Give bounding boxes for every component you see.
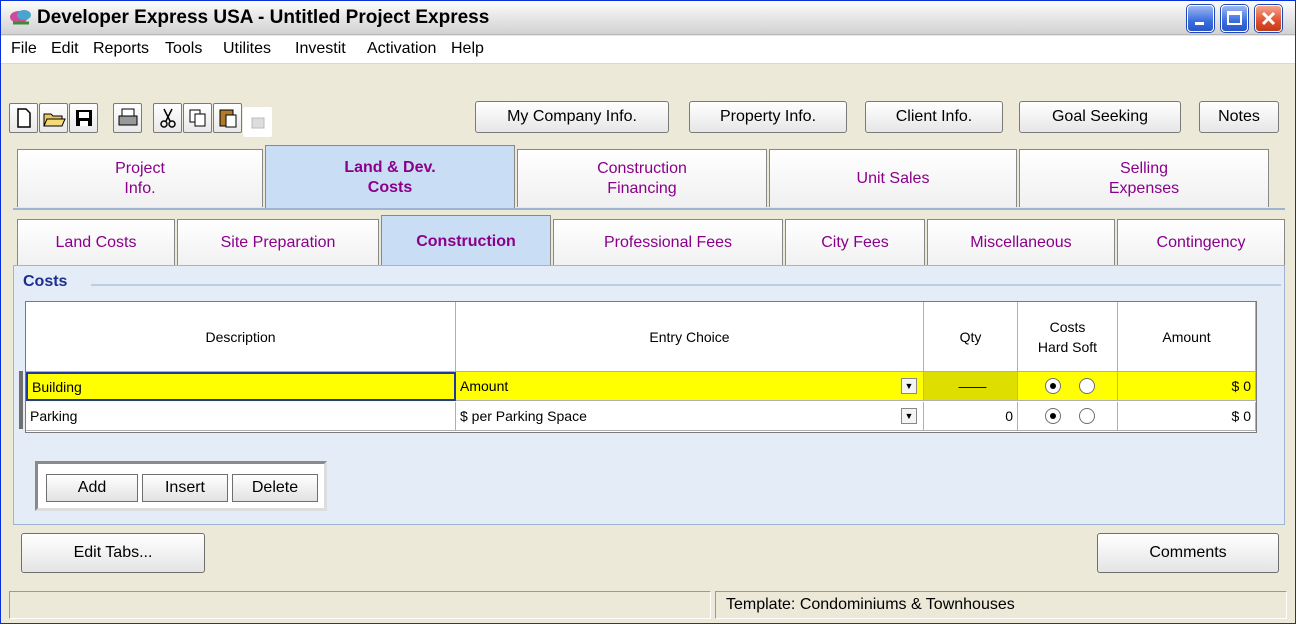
cell-entry-choice[interactable]: $ per Parking Space ▼ xyxy=(456,402,924,431)
costs-table: Description Entry Choice Qty Costs Hard S… xyxy=(25,301,1257,433)
menu-bar: File Edit Reports Tools Utilites Investi… xyxy=(1,36,1295,64)
header-costs[interactable]: Costs Hard Soft xyxy=(1018,302,1118,372)
app-window: Developer Express USA - Untitled Project… xyxy=(0,0,1296,624)
menu-reports[interactable]: Reports xyxy=(93,40,149,58)
print-icon[interactable] xyxy=(113,103,142,133)
header-description[interactable]: Description xyxy=(26,302,456,372)
menu-file[interactable]: File xyxy=(11,40,37,58)
cell-entry-choice[interactable]: Amount ▼ xyxy=(456,372,924,401)
row-indicator xyxy=(19,371,23,429)
cell-qty[interactable]: 0 xyxy=(924,402,1018,431)
entry-choice-value: Amount xyxy=(460,378,509,394)
subtab-contingency[interactable]: Contingency xyxy=(1117,219,1285,265)
add-button[interactable]: Add xyxy=(46,474,138,502)
notes-button[interactable]: Notes xyxy=(1199,101,1279,133)
header-hard-soft-label: Hard Soft xyxy=(1037,338,1098,355)
cell-qty[interactable]: —— xyxy=(924,372,1018,401)
tab-project-info[interactable]: Project Info. xyxy=(17,149,263,207)
cell-costs-radios xyxy=(1018,372,1118,401)
hard-radio[interactable] xyxy=(1044,378,1061,394)
menu-edit[interactable]: Edit xyxy=(51,40,79,58)
tab-label-line1: Selling xyxy=(1119,159,1168,177)
status-left xyxy=(9,591,711,619)
app-icon xyxy=(9,7,33,27)
header-entry-choice[interactable]: Entry Choice xyxy=(456,302,924,372)
save-icon[interactable] xyxy=(69,103,98,133)
menu-help[interactable]: Help xyxy=(451,40,484,58)
minimize-button[interactable] xyxy=(1187,5,1214,32)
cell-description[interactable]: Building xyxy=(26,372,456,401)
subtab-city-fees[interactable]: City Fees xyxy=(785,219,925,265)
header-costs-label: Costs xyxy=(1049,318,1086,335)
tab-label-line1: Project xyxy=(115,159,165,177)
subtab-land-costs[interactable]: Land Costs xyxy=(17,219,175,265)
menu-tools[interactable]: Tools xyxy=(165,40,202,58)
subtab-site-preparation[interactable]: Site Preparation xyxy=(177,219,379,265)
tab-label-line2: Financing xyxy=(607,179,677,197)
comments-button[interactable]: Comments xyxy=(1097,533,1279,573)
row-actions-frame: Add Insert Delete xyxy=(35,461,327,511)
tab-label-line2: Expenses xyxy=(1108,179,1180,197)
disabled-action-icon xyxy=(243,107,272,137)
cell-costs-radios xyxy=(1018,402,1118,431)
tab-divider xyxy=(13,208,1285,210)
insert-button[interactable]: Insert xyxy=(142,474,228,502)
menu-activation[interactable]: Activation xyxy=(367,40,436,58)
cell-amount[interactable]: $ 0 xyxy=(1118,402,1256,431)
cell-amount[interactable]: $ 0 xyxy=(1118,372,1256,401)
delete-button[interactable]: Delete xyxy=(232,474,318,502)
menu-utilites[interactable]: Utilites xyxy=(223,40,271,58)
edit-tabs-button[interactable]: Edit Tabs... xyxy=(21,533,205,573)
subtab-miscellaneous[interactable]: Miscellaneous xyxy=(927,219,1115,265)
status-template: Template: Condominiums & Townhouses xyxy=(715,591,1287,619)
menu-investit[interactable]: Investit xyxy=(295,40,346,58)
cut-icon[interactable] xyxy=(153,103,182,133)
window-title: Developer Express USA - Untitled Project… xyxy=(37,7,490,28)
paste-icon[interactable] xyxy=(213,103,242,133)
tab-label-line1: Unit Sales xyxy=(856,169,930,187)
open-folder-icon[interactable] xyxy=(39,103,68,133)
soft-radio[interactable] xyxy=(1078,378,1095,394)
header-amount[interactable]: Amount xyxy=(1118,302,1256,372)
tab-label-line2: Costs xyxy=(367,178,413,196)
tab-label-line1: Land & Dev. xyxy=(344,158,436,176)
copy-icon[interactable] xyxy=(183,103,212,133)
section-divider xyxy=(91,284,1281,286)
tab-label-line2: Info. xyxy=(124,179,156,197)
entry-choice-value: $ per Parking Space xyxy=(460,408,587,424)
soft-radio[interactable] xyxy=(1078,408,1095,424)
subtab-professional-fees[interactable]: Professional Fees xyxy=(553,219,783,265)
dropdown-arrow-icon[interactable]: ▼ xyxy=(901,378,917,394)
dropdown-arrow-icon[interactable]: ▼ xyxy=(901,408,917,424)
property-info-button[interactable]: Property Info. xyxy=(689,101,847,133)
tab-label-line1: Construction xyxy=(597,159,687,177)
my-company-info-button[interactable]: My Company Info. xyxy=(475,101,669,133)
client-info-button[interactable]: Client Info. xyxy=(865,101,1003,133)
title-bar: Developer Express USA - Untitled Project… xyxy=(1,1,1295,35)
tab-selling-expenses[interactable]: Selling Expenses xyxy=(1019,149,1269,207)
tab-land-dev-costs[interactable]: Land & Dev. Costs xyxy=(265,145,515,209)
status-bar: Template: Condominiums & Townhouses xyxy=(7,589,1289,621)
subtab-construction[interactable]: Construction xyxy=(381,215,551,267)
hard-radio[interactable] xyxy=(1044,408,1061,424)
goal-seeking-button[interactable]: Goal Seeking xyxy=(1019,101,1181,133)
new-document-icon[interactable] xyxy=(9,103,38,133)
header-qty[interactable]: Qty xyxy=(924,302,1018,372)
close-button[interactable] xyxy=(1255,5,1282,32)
section-title: Costs xyxy=(23,273,68,290)
tab-construction-financing[interactable]: Construction Financing xyxy=(517,149,767,207)
maximize-button[interactable] xyxy=(1221,5,1248,32)
cell-description[interactable]: Parking xyxy=(26,402,456,431)
tab-unit-sales[interactable]: Unit Sales xyxy=(769,149,1017,207)
